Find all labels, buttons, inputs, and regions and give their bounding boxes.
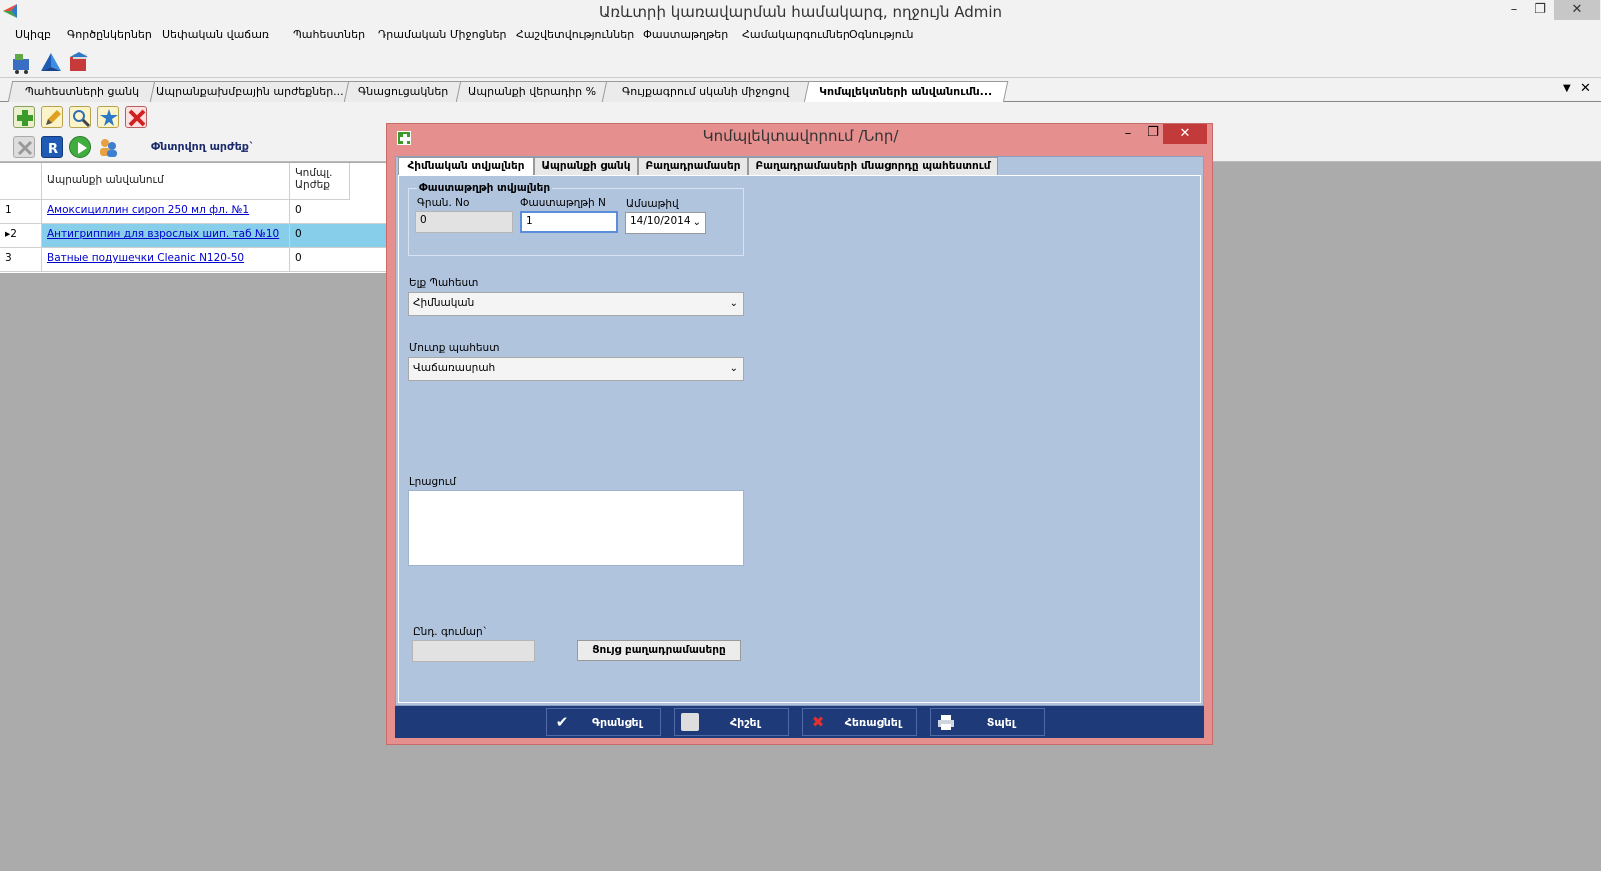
- books-icon[interactable]: [67, 51, 91, 78]
- menu-cash[interactable]: Դրամական Միջոցներ: [378, 28, 507, 41]
- check-icon: ✔: [555, 713, 569, 731]
- tab-price-lists[interactable]: Գնացուցակներ: [343, 81, 463, 102]
- comment-textarea[interactable]: [408, 490, 744, 566]
- total-label: Ընդ. գումար`: [413, 626, 488, 638]
- menu-partners[interactable]: Գործընկերներ: [67, 28, 152, 41]
- title-bar: Առևտրի կառավարման համակարգ, ողջույն Admi…: [0, 0, 1601, 24]
- dialog-minimize-button[interactable]: –: [1117, 126, 1139, 141]
- save-icon: [681, 713, 699, 731]
- grid-header-num: [0, 163, 42, 200]
- close-button[interactable]: ✕: [1554, 0, 1600, 20]
- view-icon[interactable]: [69, 106, 91, 128]
- reg-no-label: Գրան. No: [417, 197, 470, 209]
- dialog-tab-products[interactable]: Ապրանքի ցանկ: [534, 157, 638, 176]
- date-label: Ամսաթիվ: [626, 198, 679, 210]
- edit-icon[interactable]: [41, 106, 63, 128]
- dialog-tab-component-stock[interactable]: Բաղադրամասերի մնացորդը պահեստում: [748, 157, 998, 176]
- tab-kit-names[interactable]: Կոմպլեկտների անվանումն...: [803, 81, 1009, 103]
- kit-dialog: Կոմպլեկտավորում /Նոր/ – ❐ ✕ Հիմնական տվյ…: [386, 123, 1213, 745]
- grid-header-value[interactable]: Կոմպլ. Արժեք: [290, 163, 350, 200]
- date-value: 14/10/2014: [630, 215, 691, 227]
- tab-warehouse-list[interactable]: Պահեստների ցանկ: [7, 81, 157, 102]
- reg-no-field[interactable]: 0: [415, 211, 513, 233]
- grid-row-1-num: 1: [0, 200, 42, 224]
- out-store-value: Հիմնական: [413, 297, 475, 309]
- in-store-label: Մուտք պահեստ: [409, 342, 500, 354]
- dialog-footer: ✔ Գրանցել Հիշել ✖ Հեռացնել Տպել: [395, 706, 1204, 738]
- show-components-button[interactable]: Ցույց բաղադրամասերը: [577, 640, 741, 661]
- printer-icon: [937, 713, 955, 731]
- out-store-label: Ելք Պահեստ: [409, 277, 479, 289]
- chevron-down-icon: ⌄: [692, 217, 701, 228]
- restore-button[interactable]: ❐: [1528, 0, 1552, 20]
- grid-row-2-num: ▸2: [0, 224, 42, 248]
- menu-documents[interactable]: Փաստաթղթեր: [643, 28, 728, 41]
- tab-inventory-scan[interactable]: Գույքագրում սկանի միջոցով: [601, 81, 811, 102]
- main-data-panel: Փաստաթղթի տվյալներ Գրան. No 0 Փաստաթղթի …: [398, 175, 1201, 703]
- svg-text:R: R: [48, 142, 58, 157]
- group-title: Փաստաթղթի տվյալներ: [417, 182, 553, 194]
- register-button[interactable]: ✔ Գրանցել: [546, 708, 661, 736]
- tab-group-values[interactable]: Ապրանքախմբային արժեքներ...: [149, 81, 351, 102]
- grid-header-name[interactable]: Ապրանքի անվանում: [42, 163, 290, 200]
- grid-row-1-name[interactable]: Амоксициллин сироп 250 мл фл. №1: [42, 200, 290, 224]
- play-icon[interactable]: [69, 136, 91, 158]
- dialog-tab-main[interactable]: Հիմնական տվյալներ: [398, 157, 534, 177]
- dialog-title: Կոմպլեկտավորում /Նոր/: [702, 127, 899, 145]
- dialog-restore-button[interactable]: ❐: [1142, 125, 1164, 140]
- grid-row-3-num: 3: [0, 248, 42, 272]
- tabs-close-icon[interactable]: ✕: [1580, 81, 1591, 96]
- grid-row-2-value: 0: [290, 224, 387, 248]
- menu-start[interactable]: Սկիզբ: [15, 28, 51, 41]
- grid-row-1-value: 0: [290, 200, 387, 224]
- date-picker[interactable]: 14/10/2014 ⌄: [625, 212, 706, 234]
- grid-row-3-value: 0: [290, 248, 387, 272]
- out-store-select[interactable]: Հիմնական ⌄: [408, 292, 744, 316]
- search-label: Փնտրվող արժեք`: [151, 140, 255, 153]
- users-icon[interactable]: [97, 136, 119, 158]
- star-icon[interactable]: [97, 106, 119, 128]
- delete-button[interactable]: ✖ Հեռացնել: [802, 708, 917, 736]
- dialog-tab-components[interactable]: Բաղադրամասեր: [638, 157, 748, 176]
- add-icon[interactable]: [13, 106, 35, 128]
- menu-sales[interactable]: Սեփական վաճառ: [162, 28, 269, 41]
- menu-bar: Սկիզբ Գործընկերներ Սեփական վաճառ Պահեստն…: [0, 24, 1601, 46]
- tab-markup[interactable]: Ապրանքի վերադիր %: [455, 81, 609, 102]
- delete-icon[interactable]: [125, 106, 147, 128]
- close-icon: ✖: [811, 713, 825, 731]
- grid-row-2-name[interactable]: Антигриппин для взрослых шип. таб №10: [42, 224, 290, 248]
- cart-icon[interactable]: [11, 51, 35, 78]
- total-field[interactable]: [412, 640, 535, 662]
- main-toolbar: [0, 46, 1601, 78]
- doc-no-field[interactable]: 1: [520, 211, 618, 233]
- pyramid-icon[interactable]: [39, 51, 63, 78]
- doc-no-label: Փաստաթղթի N: [520, 197, 606, 209]
- menu-settings[interactable]: Համակարգումներ: [742, 28, 850, 41]
- chevron-down-icon: ⌄: [729, 298, 738, 309]
- menu-warehouses[interactable]: Պահեստներ: [293, 28, 365, 41]
- in-store-value: Վաճառասրահ: [413, 362, 496, 374]
- save-button[interactable]: Հիշել: [674, 708, 789, 736]
- refresh-icon[interactable]: R: [41, 136, 63, 158]
- in-store-select[interactable]: Վաճառասրահ ⌄: [408, 357, 744, 381]
- print-button[interactable]: Տպել: [930, 708, 1045, 736]
- menu-reports[interactable]: Հաշվետվություններ: [516, 28, 634, 41]
- dialog-close-button[interactable]: ✕: [1163, 124, 1207, 144]
- clear-filter-icon[interactable]: [13, 136, 35, 158]
- menu-help[interactable]: Օգնություն: [849, 28, 913, 41]
- document-tabs: Պահեստների ցանկ Ապրանքախմբային արժեքներ.…: [0, 78, 1601, 103]
- items-grid: Ապրանքի անվանում Կոմպլ. Արժեք 1 Амоксици…: [0, 163, 387, 273]
- minimize-button[interactable]: –: [1502, 0, 1526, 20]
- grid-row-3-name[interactable]: Ватные подушечки Cleanic N120-50: [42, 248, 290, 272]
- dialog-body: Հիմնական տվյալներ Ապրանքի ցանկ Բաղադրամա…: [395, 156, 1204, 706]
- tabs-dropdown-icon[interactable]: ▼: [1563, 83, 1571, 94]
- window-title: Առևտրի կառավարման համակարգ, ողջույն Admi…: [598, 3, 1003, 21]
- chevron-down-icon: ⌄: [729, 363, 738, 374]
- comment-label: Լրացում: [409, 476, 457, 488]
